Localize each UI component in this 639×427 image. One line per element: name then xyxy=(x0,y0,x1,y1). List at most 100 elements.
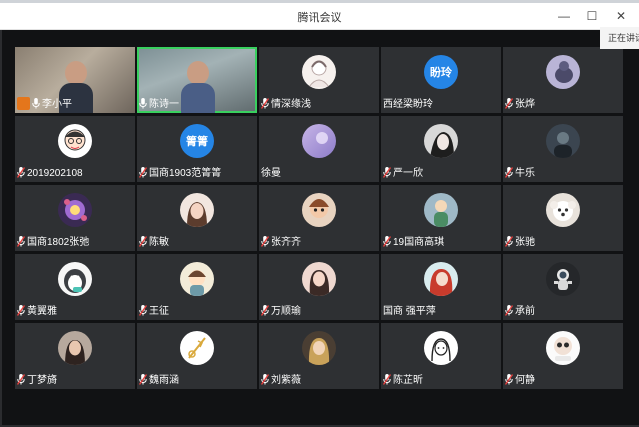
participant-tile[interactable]: 张驰 xyxy=(503,185,623,251)
participant-name: 徐曼 xyxy=(261,168,281,179)
participant-name: 国商1802张弛 xyxy=(27,237,90,248)
microphone-icon xyxy=(32,98,40,109)
participant-tile[interactable]: 陈芷昕 xyxy=(381,323,501,389)
avatar xyxy=(546,124,580,158)
participant-name: 张齐齐 xyxy=(271,237,301,248)
avatar xyxy=(302,193,336,227)
avatar xyxy=(302,262,336,296)
participant-label: 承前 xyxy=(503,304,535,320)
host-icon xyxy=(17,97,30,110)
microphone-muted-icon xyxy=(505,98,513,109)
participant-label: 黄翼雅 xyxy=(15,304,57,320)
maximize-button[interactable]: ☐ xyxy=(582,7,602,25)
participant-tile[interactable]: 严一欣 xyxy=(381,116,501,182)
participant-name: 19国商高琪 xyxy=(393,237,445,248)
participant-label: 牛乐 xyxy=(503,166,535,182)
microphone-muted-icon xyxy=(261,236,269,247)
participant-name: 张烨 xyxy=(515,99,535,110)
participant-name: 国商 强平萍 xyxy=(383,306,436,317)
participant-tile[interactable]: 2019202108 xyxy=(15,116,135,182)
participant-tile[interactable]: 刘紫薇 xyxy=(259,323,379,389)
participant-name: 黄翼雅 xyxy=(27,306,57,317)
microphone-muted-icon xyxy=(505,305,513,316)
participant-label: 王征 xyxy=(137,304,169,320)
participant-tile[interactable]: 陈诗一 xyxy=(137,47,257,113)
avatar xyxy=(58,193,92,227)
participant-name: 丁梦旖 xyxy=(27,375,57,386)
microphone-muted-icon xyxy=(17,374,25,385)
participant-label: 陈芷昕 xyxy=(381,373,423,389)
participant-label: 张驰 xyxy=(503,235,535,251)
participant-tile[interactable]: 张齐齐 xyxy=(259,185,379,251)
participant-tile[interactable]: 黄翼雅 xyxy=(15,254,135,320)
participant-tile[interactable]: 李小平 xyxy=(15,47,135,113)
participant-label: 19国商高琪 xyxy=(381,235,444,251)
participant-label: 陈诗一 xyxy=(137,97,179,113)
participant-label: 万顺瑜 xyxy=(259,304,301,320)
text-avatar: 箐箐 xyxy=(180,124,214,158)
participant-tile[interactable]: 盼玲 西经梁盼玲 xyxy=(381,47,501,113)
participant-label: 情深缘浅 xyxy=(259,97,311,113)
avatar xyxy=(302,55,336,89)
avatar xyxy=(180,193,214,227)
avatar xyxy=(424,124,458,158)
participant-label: 国商 强平萍 xyxy=(381,304,436,320)
participant-tile[interactable]: 何静 xyxy=(503,323,623,389)
participant-tile[interactable]: 国商1802张弛 xyxy=(15,185,135,251)
participant-tile[interactable]: 箐箐国商1903范箐箐 xyxy=(137,116,257,182)
avatar xyxy=(302,124,336,158)
minimize-button[interactable]: — xyxy=(554,7,574,25)
participant-label: 国商1802张弛 xyxy=(15,235,89,251)
participant-label: 张烨 xyxy=(503,97,535,113)
speaking-indicator: 正在讲话 xyxy=(600,27,639,49)
avatar xyxy=(546,331,580,365)
participant-tile[interactable]: 承前 xyxy=(503,254,623,320)
participant-tile[interactable]: 张烨 xyxy=(503,47,623,113)
participant-tile[interactable]: 丁梦旖 xyxy=(15,323,135,389)
participant-name: 情深缘浅 xyxy=(271,99,311,110)
avatar xyxy=(58,331,92,365)
avatar xyxy=(424,262,458,296)
participant-name: 万顺瑜 xyxy=(271,306,301,317)
participant-video xyxy=(181,61,215,113)
microphone-muted-icon xyxy=(383,167,391,178)
participant-name: 承前 xyxy=(515,306,535,317)
participant-tile[interactable]: 19国商高琪 xyxy=(381,185,501,251)
participant-label: 何静 xyxy=(503,373,535,389)
participant-name: 陈芷昕 xyxy=(393,375,423,386)
participant-tile[interactable]: 陈敏 xyxy=(137,185,257,251)
avatar xyxy=(546,55,580,89)
avatar xyxy=(58,124,92,158)
participant-tile[interactable]: 魏雨涵 xyxy=(137,323,257,389)
participant-label: 西经梁盼玲 xyxy=(381,97,433,113)
participant-name: 陈诗一 xyxy=(149,99,179,110)
avatar xyxy=(58,262,92,296)
avatar xyxy=(302,331,336,365)
microphone-muted-icon xyxy=(17,305,25,316)
microphone-muted-icon xyxy=(261,374,269,385)
microphone-muted-icon xyxy=(139,305,147,316)
window-titlebar: 腾讯会议 — ☐ ✕ xyxy=(0,3,639,30)
participant-label: 国商1903范箐箐 xyxy=(137,166,221,182)
microphone-muted-icon xyxy=(17,236,25,247)
participant-name: 魏雨涵 xyxy=(149,375,179,386)
avatar xyxy=(546,193,580,227)
avatar xyxy=(180,262,214,296)
participant-tile[interactable]: 牛乐 xyxy=(503,116,623,182)
participant-tile[interactable]: 万顺瑜 xyxy=(259,254,379,320)
participant-name: 刘紫薇 xyxy=(271,375,301,386)
participant-tile[interactable]: 王征 xyxy=(137,254,257,320)
close-button[interactable]: ✕ xyxy=(611,7,631,25)
participant-tile[interactable]: 国商 强平萍 xyxy=(381,254,501,320)
participant-name: 牛乐 xyxy=(515,168,535,179)
microphone-icon xyxy=(139,98,147,109)
participant-tile[interactable]: 徐曼 xyxy=(259,116,379,182)
microphone-muted-icon xyxy=(505,374,513,385)
microphone-muted-icon xyxy=(383,236,391,247)
participant-label: 严一欣 xyxy=(381,166,423,182)
left-edge xyxy=(0,30,2,427)
participant-name: 西经梁盼玲 xyxy=(383,99,433,110)
participant-label: 陈敏 xyxy=(137,235,169,251)
avatar xyxy=(424,193,458,227)
participant-tile[interactable]: 情深缘浅 xyxy=(259,47,379,113)
